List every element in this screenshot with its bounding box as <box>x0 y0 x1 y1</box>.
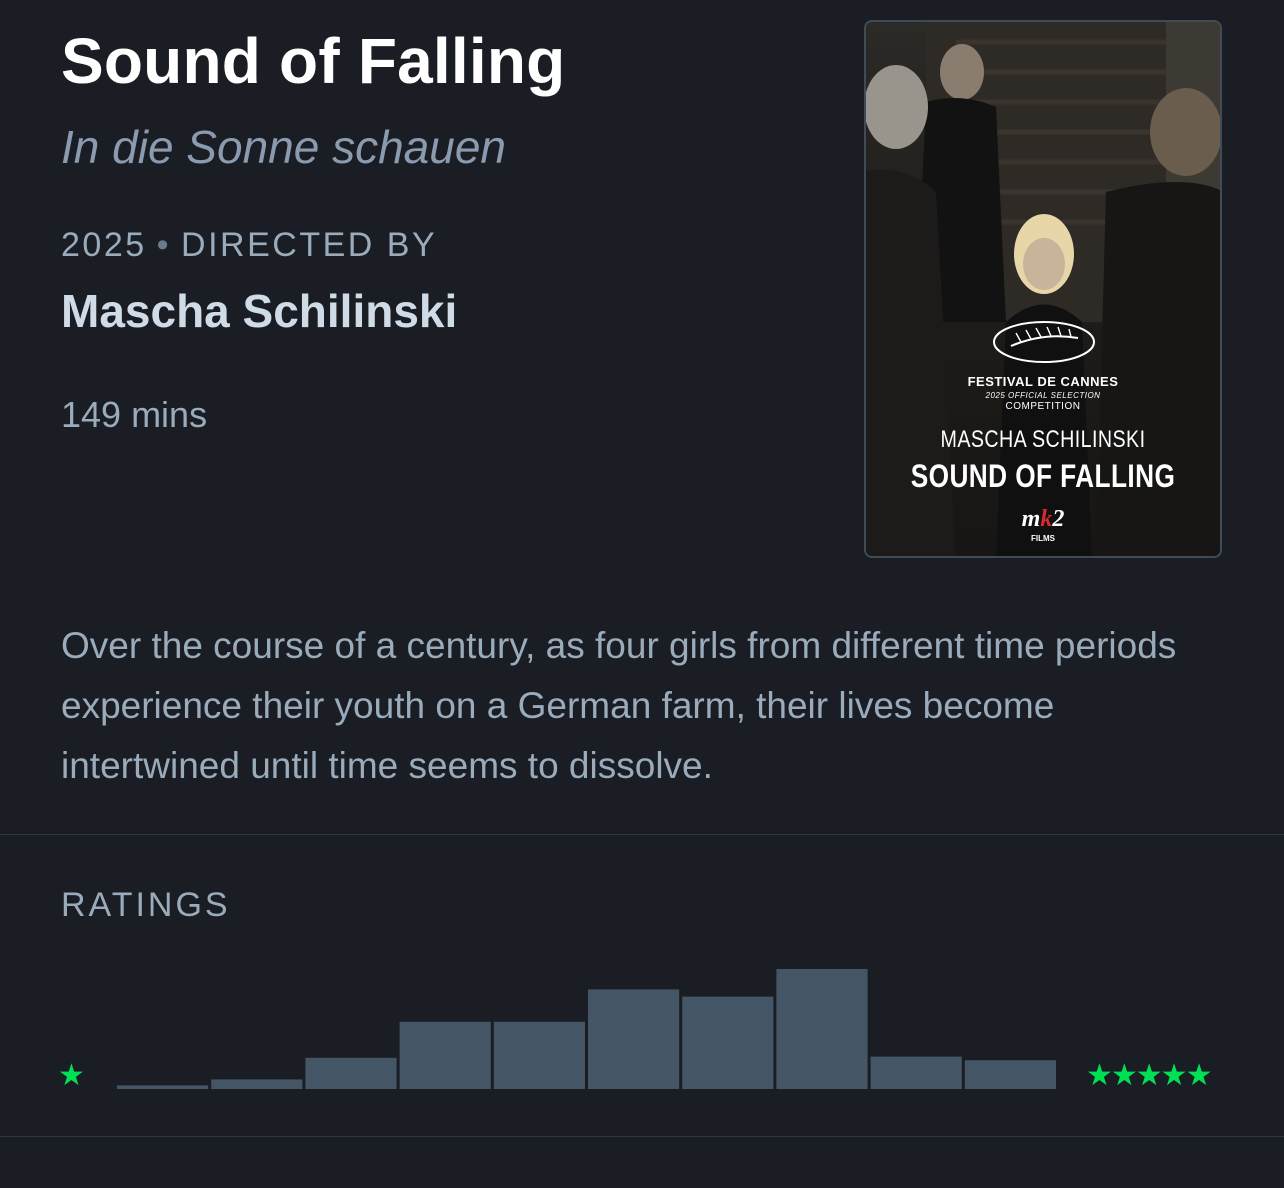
rating-bar-9[interactable] <box>870 1056 962 1089</box>
ratings-histogram <box>117 969 1056 1089</box>
rating-bar-7[interactable] <box>682 996 774 1089</box>
rating-bar-6[interactable] <box>588 989 680 1089</box>
bottom-divider <box>0 1136 1284 1137</box>
rating-bar-3[interactable] <box>305 1057 397 1089</box>
rating-bar-1[interactable] <box>117 1085 209 1089</box>
five-stars-icon: ★★★★★ <box>1086 1059 1212 1092</box>
rating-bar-5[interactable] <box>493 1021 585 1089</box>
rating-bar-8[interactable] <box>776 969 868 1089</box>
rating-bar-2[interactable] <box>211 1079 303 1089</box>
rating-bar-10[interactable] <box>964 1060 1056 1089</box>
rating-bar-4[interactable] <box>399 1021 491 1089</box>
